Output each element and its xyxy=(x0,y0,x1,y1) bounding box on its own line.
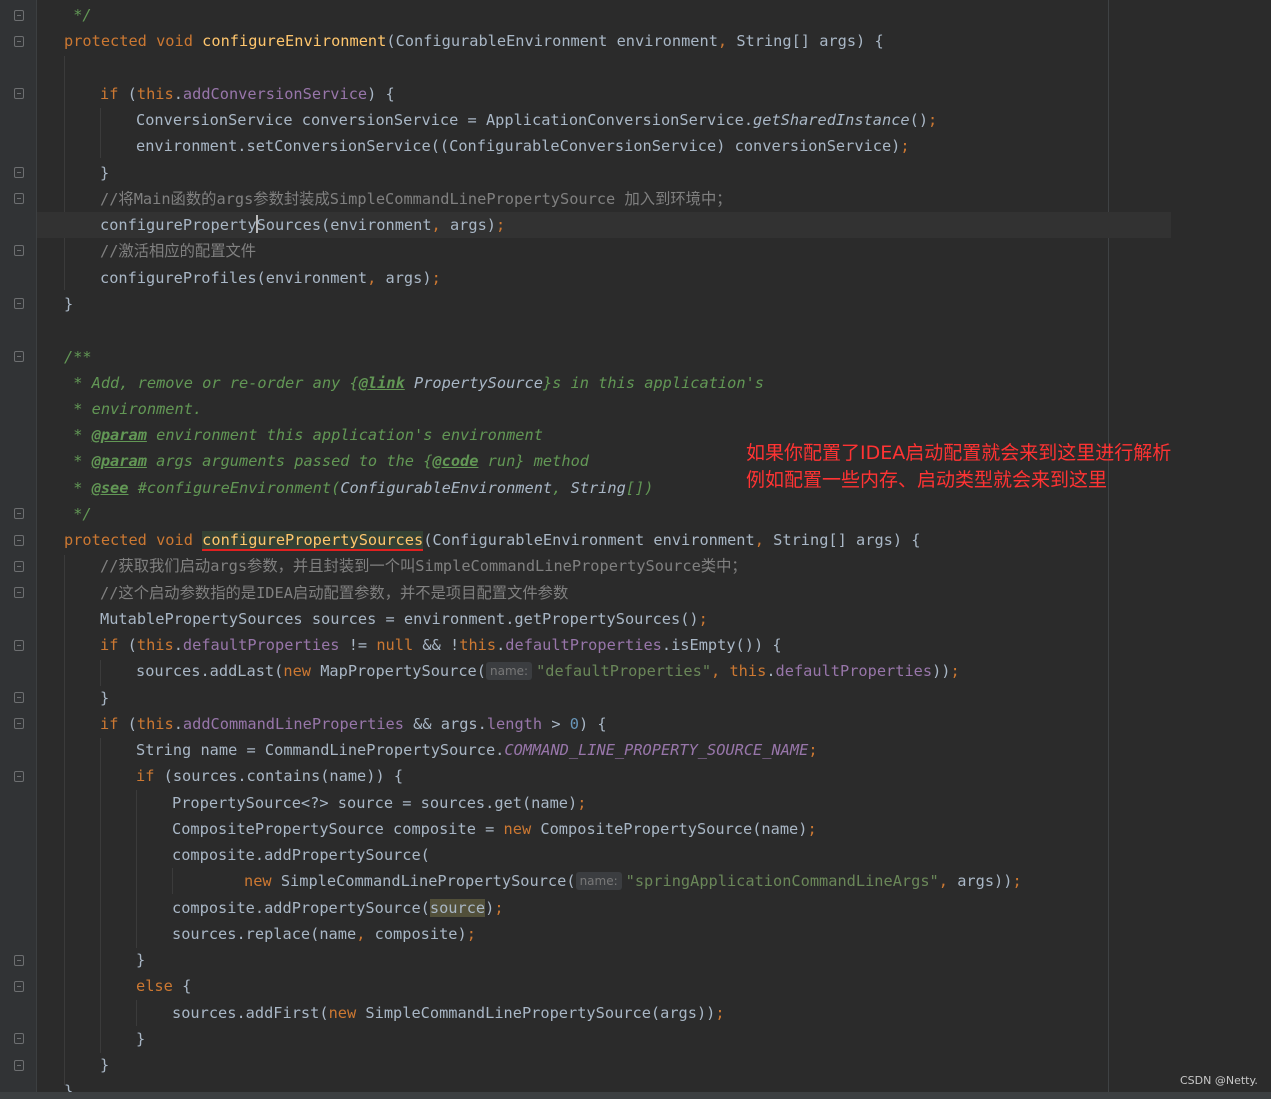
code-line: sources.addLast(new MapPropertySource(na… xyxy=(136,662,960,680)
code-line: protected void configurePropertySources(… xyxy=(64,531,921,551)
javadoc-line: * environment. xyxy=(64,400,203,418)
current-line: configurePropertySources(environment, ar… xyxy=(37,212,1171,238)
code-line: } xyxy=(100,164,110,182)
code-line: */ xyxy=(64,6,92,24)
code-comment: //将Main函数的args参数封装成SimpleCommandLineProp… xyxy=(100,190,732,208)
parameter-name-hint: name: xyxy=(485,662,533,680)
parameter-name-hint: name: xyxy=(575,872,622,890)
javadoc-line: * @param args arguments passed to the {@… xyxy=(64,452,589,470)
code-line: composite.addPropertySource(source); xyxy=(172,899,504,917)
code-line: MutablePropertySources sources = environ… xyxy=(100,610,708,628)
red-annotation-note: 如果你配置了IDEA启动配置就会来到这里进行解析 例如配置一些内存、启动类型就会来… xyxy=(746,440,1171,494)
code-line: protected void configureEnvironment(Conf… xyxy=(64,32,884,50)
code-line: } xyxy=(100,689,110,707)
javadoc-line: /** xyxy=(64,348,92,366)
code-line: ConversionService conversionService = Ap… xyxy=(136,111,938,129)
usage-highlight[interactable]: source xyxy=(429,899,486,917)
code-line: composite.addPropertySource( xyxy=(172,846,430,864)
code-line: sources.addFirst(new SimpleCommandLinePr… xyxy=(172,1004,725,1022)
code-line: } xyxy=(64,295,74,313)
code-comment: //激活相应的配置文件 xyxy=(100,242,257,260)
javadoc-line: * @see #configureEnvironment(Configurabl… xyxy=(64,479,654,497)
code-line: } xyxy=(100,1056,110,1074)
code-comment: //获取我们启动args参数，并且封装到一个叫SimpleCommandLine… xyxy=(100,557,747,575)
javadoc-line: * Add, remove or re-order any {@link Pro… xyxy=(64,374,764,392)
code-line: PropertySource<?> source = sources.get(n… xyxy=(172,794,587,812)
code-line: String name = CommandLinePropertySource.… xyxy=(136,741,818,759)
code-line: configureProfiles(environment, args); xyxy=(100,269,441,287)
code-comment: //这个启动参数指的是IDEA启动配置参数，并不是项目配置文件参数 xyxy=(100,584,569,602)
code-line: if (this.addConversionService) { xyxy=(100,85,395,103)
code-line: if (this.addCommandLineProperties && arg… xyxy=(100,715,607,733)
code-line: } xyxy=(136,951,146,969)
code-editor[interactable]: */ protected void configureEnvironment(C… xyxy=(0,0,1271,1092)
annotation-line-2: 例如配置一些内存、启动类型就会来到这里 xyxy=(746,469,1108,491)
code-line: environment.setConversionService((Config… xyxy=(136,137,910,155)
method-declaration-highlight[interactable]: configurePropertySources xyxy=(202,531,424,551)
code-line: } xyxy=(64,1082,74,1092)
code-line: CompositePropertySource composite = new … xyxy=(172,820,817,838)
code-line: new SimpleCommandLinePropertySource(name… xyxy=(244,872,1022,890)
code-line: sources.replace(name, composite); xyxy=(172,925,476,943)
code-line: } xyxy=(136,1030,146,1048)
javadoc-line: */ xyxy=(64,505,92,523)
watermark: CSDN @Netty. xyxy=(1180,1074,1258,1087)
code-line: if (sources.contains(name)) { xyxy=(136,767,404,785)
annotation-line-1: 如果你配置了IDEA启动配置就会来到这里进行解析 xyxy=(746,442,1172,464)
javadoc-line: * @param environment this application's … xyxy=(64,426,543,444)
horizontal-scrollbar[interactable] xyxy=(0,1092,1271,1099)
code-line: if (this.defaultProperties != null && !t… xyxy=(100,636,782,654)
code-line: else { xyxy=(136,977,192,995)
